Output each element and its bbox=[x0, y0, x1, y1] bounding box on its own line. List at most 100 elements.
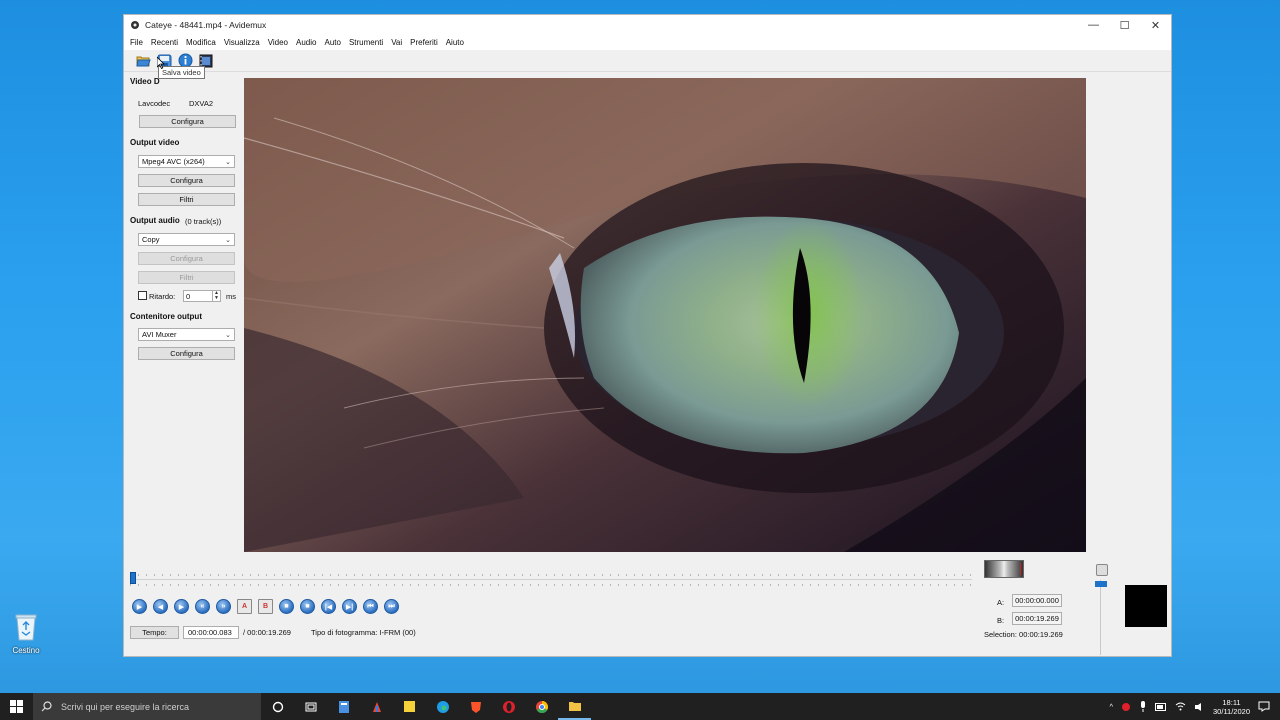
recycle-bin-icon bbox=[13, 612, 39, 642]
video-configure-button[interactable]: Configura bbox=[138, 174, 235, 187]
marker-a-field: 00:00:00.000 bbox=[1012, 594, 1062, 607]
avidemux-app-icon bbox=[131, 21, 139, 29]
open-video-button[interactable] bbox=[134, 52, 152, 70]
video-codec-value: Mpeg4 AVC (x264) bbox=[142, 157, 205, 166]
video-filters-button[interactable]: Filtri bbox=[138, 193, 235, 206]
audio-configure-button[interactable]: Configura bbox=[138, 252, 235, 265]
search-icon bbox=[41, 701, 52, 712]
marker-a-icon: A bbox=[241, 603, 248, 610]
next-keyframe-button[interactable]: » bbox=[216, 599, 231, 614]
marker-b-label: B: bbox=[997, 616, 1005, 625]
current-time-field[interactable]: 00:00:00.083 bbox=[183, 626, 239, 639]
file-explorer-app[interactable] bbox=[558, 693, 591, 720]
prev-black-icon: ■ bbox=[284, 603, 289, 610]
go-marker-b-button[interactable]: ▶| bbox=[342, 599, 357, 614]
next-black-frame-button[interactable]: ■ bbox=[300, 599, 315, 614]
security-shield-icon[interactable] bbox=[1121, 702, 1131, 712]
timeline-track bbox=[130, 579, 972, 580]
go-marker-a-button[interactable]: |◀ bbox=[321, 599, 336, 614]
menu-file[interactable]: File bbox=[126, 38, 147, 47]
first-frame-icon: ⏮ bbox=[367, 602, 374, 610]
last-frame-icon: ⏭ bbox=[388, 602, 395, 610]
sticky-note-icon bbox=[404, 701, 415, 712]
folder-open-icon bbox=[135, 56, 151, 67]
start-button[interactable] bbox=[0, 693, 33, 720]
spin-arrows-icon[interactable]: ▲ ▼ bbox=[212, 291, 220, 301]
task-view-button[interactable] bbox=[294, 693, 327, 720]
volume-speaker-icon[interactable] bbox=[1194, 702, 1205, 712]
vertical-slider[interactable] bbox=[1100, 580, 1101, 655]
previous-black-frame-button[interactable]: ■ bbox=[279, 599, 294, 614]
recycle-bin-label: Cestino bbox=[12, 646, 40, 655]
menu-recenti[interactable]: Recenti bbox=[147, 38, 182, 47]
menu-visualizza[interactable]: Visualizza bbox=[220, 38, 264, 47]
close-button[interactable]: ✕ bbox=[1140, 15, 1171, 35]
battery-icon[interactable] bbox=[1155, 702, 1167, 711]
chevron-up-icon[interactable]: ^ bbox=[1109, 702, 1113, 711]
vertical-slider-thumb[interactable] bbox=[1095, 581, 1107, 587]
paint-app[interactable] bbox=[360, 693, 393, 720]
timeline-ticks-lower bbox=[130, 584, 972, 586]
audio-track-count: (0 track(s)) bbox=[185, 217, 222, 226]
timeline-thumb[interactable] bbox=[130, 572, 136, 584]
notification-icon[interactable] bbox=[1258, 701, 1270, 712]
calculator-app[interactable] bbox=[327, 693, 360, 720]
play-button[interactable]: ▶ bbox=[132, 599, 147, 614]
brave-browser-app[interactable] bbox=[459, 693, 492, 720]
delay-checkbox[interactable] bbox=[138, 291, 147, 300]
maximize-button[interactable]: ☐ bbox=[1109, 15, 1140, 35]
last-frame-button[interactable]: ⏭ bbox=[384, 599, 399, 614]
selection-duration: Selection: 00:00:19.269 bbox=[984, 630, 1063, 639]
folder-icon bbox=[568, 701, 581, 711]
edge-icon bbox=[436, 700, 449, 713]
delay-value: 0 bbox=[186, 291, 191, 301]
avidemux-window: Cateye - 48441.mp4 - Avidemux — ☐ ✕ File… bbox=[123, 14, 1172, 657]
first-frame-button[interactable]: ⏮ bbox=[363, 599, 378, 614]
chevron-down-icon: ⌄ bbox=[225, 332, 231, 339]
edge-browser-app[interactable] bbox=[426, 693, 459, 720]
opera-browser-app[interactable] bbox=[492, 693, 525, 720]
set-marker-b-button[interactable]: B bbox=[258, 599, 273, 614]
clock-time: 18:11 bbox=[1222, 697, 1241, 707]
menu-preferiti[interactable]: Preferiti bbox=[406, 38, 442, 47]
recycle-bin[interactable]: Cestino bbox=[6, 612, 46, 655]
menu-strumenti[interactable]: Strumenti bbox=[345, 38, 387, 47]
menu-vai[interactable]: Vai bbox=[387, 38, 406, 47]
system-tray: ^ 18:11 30/11/2020 bbox=[1109, 693, 1280, 720]
playback-controls: ▶ ◀ ▶ « » A B ■ ■ |◀ ▶| ⏮ ⏭ bbox=[132, 599, 399, 614]
set-marker-a-button[interactable]: A bbox=[237, 599, 252, 614]
previous-keyframe-button[interactable]: « bbox=[195, 599, 210, 614]
delay-input[interactable]: 0 ▲ ▼ bbox=[183, 290, 221, 302]
audio-codec-select[interactable]: Copy ⌄ bbox=[138, 233, 235, 246]
sticky-notes-app[interactable] bbox=[393, 693, 426, 720]
menu-audio[interactable]: Audio bbox=[292, 38, 320, 47]
search-placeholder: Scrivi qui per eseguire la ricerca bbox=[61, 701, 190, 712]
chrome-browser-app[interactable] bbox=[525, 693, 558, 720]
chevron-down-icon: ⌄ bbox=[225, 159, 231, 166]
previous-frame-button[interactable]: ◀ bbox=[153, 599, 168, 614]
menu-video[interactable]: Video bbox=[264, 38, 292, 47]
tempo-button[interactable]: Tempo: bbox=[130, 626, 179, 639]
container-select[interactable]: AVI Muxer ⌄ bbox=[138, 328, 235, 341]
menu-modifica[interactable]: Modifica bbox=[182, 38, 220, 47]
container-title: Contenitore output bbox=[130, 312, 202, 321]
taskbar-clock[interactable]: 18:11 30/11/2020 bbox=[1213, 698, 1250, 716]
step-forward-icon: ▶ bbox=[178, 603, 185, 611]
menu-auto[interactable]: Auto bbox=[320, 38, 344, 47]
taskbar-search[interactable]: Scrivi qui per eseguire la ricerca bbox=[33, 693, 261, 720]
title-bar[interactable]: Cateye - 48441.mp4 - Avidemux — ☐ ✕ bbox=[124, 15, 1171, 35]
wifi-icon[interactable] bbox=[1175, 702, 1186, 711]
microphone-icon[interactable] bbox=[1139, 701, 1147, 712]
timeline-slider[interactable] bbox=[130, 570, 972, 590]
minimize-button[interactable]: — bbox=[1078, 15, 1109, 35]
menu-aiuto[interactable]: Aiuto bbox=[442, 38, 468, 47]
cortana-button[interactable] bbox=[261, 693, 294, 720]
audio-filters-button[interactable]: Filtri bbox=[138, 271, 235, 284]
next-frame-button[interactable]: ▶ bbox=[174, 599, 189, 614]
zoom-toggle-button[interactable] bbox=[1096, 564, 1108, 576]
decoder-configure-button[interactable]: Configura bbox=[139, 115, 236, 128]
time-status-row: Tempo: 00:00:00.083 / 00:00:19.269 Tipo … bbox=[130, 626, 416, 639]
video-codec-select[interactable]: Mpeg4 AVC (x264) ⌄ bbox=[138, 155, 235, 168]
video-preview bbox=[244, 78, 1086, 552]
container-configure-button[interactable]: Configura bbox=[138, 347, 235, 360]
